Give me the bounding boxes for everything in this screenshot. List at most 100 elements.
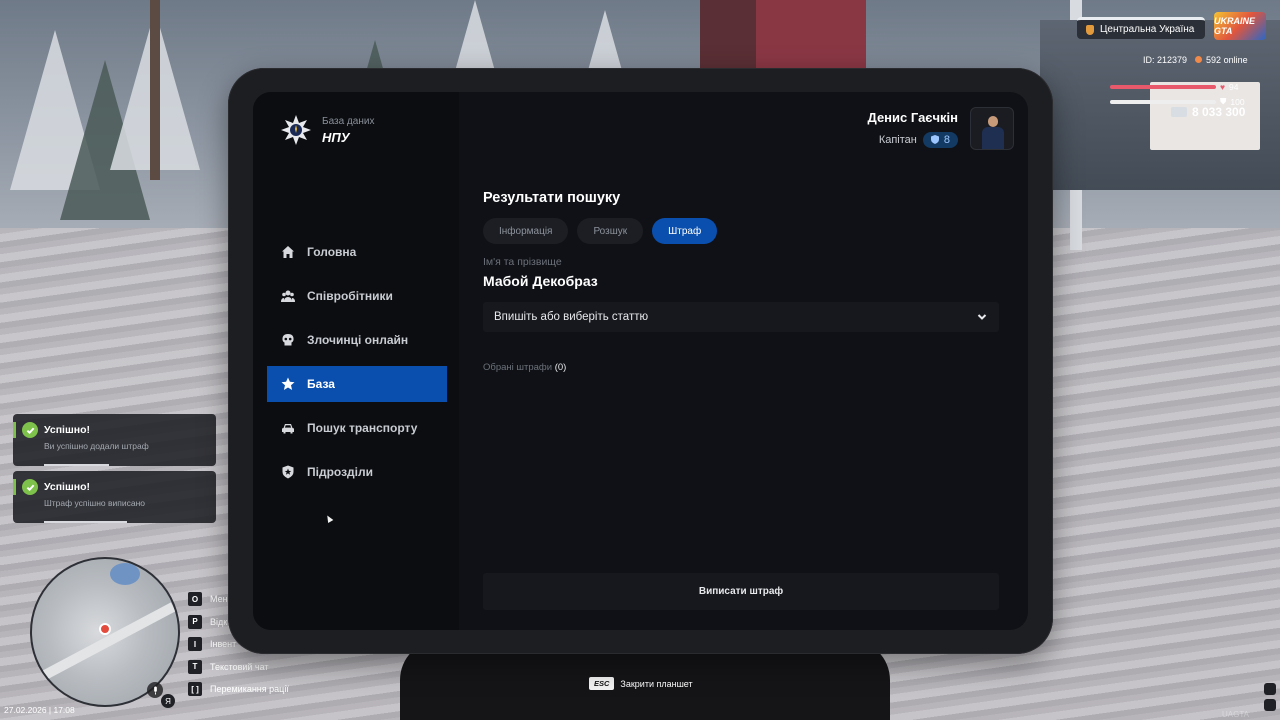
health-bar xyxy=(1110,85,1216,89)
corner-icons xyxy=(1264,683,1276,711)
chevron-down-icon xyxy=(977,314,987,320)
brand-title: НПУ xyxy=(322,129,350,145)
name-value: Мабой Декобраз xyxy=(483,273,598,289)
notification-progress xyxy=(44,464,110,466)
notification-title: Успішно! xyxy=(44,424,90,436)
user-profile: Денис Гаєчкін Капітан 8 xyxy=(868,107,1014,150)
shield-icon xyxy=(281,465,295,479)
brand-text: База даних НПУ xyxy=(322,116,374,145)
heart-icon: ♥ xyxy=(1220,82,1226,92)
server-logo: UKRAINE GTA xyxy=(1214,12,1266,40)
check-icon xyxy=(22,422,38,438)
keyboard-layout-badge: Я xyxy=(161,694,175,708)
brand: База даних НПУ xyxy=(280,114,374,146)
sidebar-item-units[interactable]: Підрозділи xyxy=(267,454,447,490)
online-count-wrap: 592 online xyxy=(1195,55,1248,65)
avatar-body xyxy=(982,127,1004,149)
selected-fines-text: Обрані штрафи xyxy=(483,362,553,373)
hotkey-label: Інвент xyxy=(210,639,237,650)
region-badge: Центральна Україна xyxy=(1077,17,1205,39)
region-shield-icon xyxy=(1086,24,1094,35)
hotkey-key: P xyxy=(188,614,202,629)
sidebar: База даних НПУ Головна Співробітники Зло… xyxy=(253,92,459,630)
notification-progress xyxy=(44,521,127,523)
user-name: Денис Гаєчкін xyxy=(867,109,958,125)
sidebar-item-label: Головна xyxy=(307,245,357,259)
hotkey-key: [ ] xyxy=(188,682,202,697)
sidebar-item-employees[interactable]: Співробітники xyxy=(267,278,447,314)
car-icon xyxy=(281,421,295,435)
sidebar-item-label: Злочинці онлайн xyxy=(307,333,409,347)
online-dot-icon xyxy=(1195,56,1203,63)
sidebar-item-vehicle-search[interactable]: Пошук транспорту xyxy=(267,410,447,446)
article-select[interactable]: Впишіть або виберіть статтю xyxy=(483,302,999,332)
hotkey-label: Відк xyxy=(210,616,228,627)
health-value: 94 xyxy=(1229,82,1239,92)
player-id-row: ID: 212379 592 online xyxy=(1143,55,1248,65)
sidebar-item-home[interactable]: Головна xyxy=(267,234,447,270)
hotkey-key: O xyxy=(188,592,202,607)
hotkey-key: I xyxy=(188,637,202,652)
health-row: ♥ 94 xyxy=(1110,82,1239,92)
sidebar-item-criminals-online[interactable]: Злочинці онлайн xyxy=(267,322,447,358)
issue-fine-button[interactable]: Виписати штраф xyxy=(483,573,999,610)
check-icon xyxy=(22,479,38,495)
money-row: 8 033 300 xyxy=(1171,105,1245,119)
selected-fines-count: (0) xyxy=(554,362,567,373)
page-title: Результати пошуку xyxy=(483,190,621,206)
sidebar-item-label: Співробітники xyxy=(307,289,393,303)
user-rank-row: Капітан 8 xyxy=(868,131,958,148)
armor-bar xyxy=(1110,99,1216,104)
money-value: 8 033 300 xyxy=(1192,105,1246,119)
hotkey-label: Текстовий чат xyxy=(210,661,269,672)
building-wall xyxy=(756,0,866,70)
sidebar-nav: Головна Співробітники Злочинці онлайн Ба… xyxy=(267,234,447,498)
region-name: Центральна Україна xyxy=(1100,24,1195,35)
notification: Успішно! Штраф успішно виписано xyxy=(13,471,216,523)
user-rank: Капітан xyxy=(878,133,917,146)
search-results: Результати пошуку Інформація Розшук Штра… xyxy=(483,190,999,373)
sidebar-item-label: Пошук транспорту xyxy=(307,421,418,435)
server-logo-text: UKRAINE GTA xyxy=(1214,16,1256,36)
esc-key: ESC xyxy=(589,677,615,690)
brand-subtitle: База даних xyxy=(322,115,375,127)
hotkey-key: T xyxy=(188,659,202,674)
notification: Успішно! Ви успішно додали штраф xyxy=(13,414,216,466)
player-id: ID: 212379 xyxy=(1143,55,1188,65)
notification-accent xyxy=(13,422,16,438)
minimap-lake xyxy=(110,563,140,585)
tablet-screen: База даних НПУ Головна Співробітники Зло… xyxy=(253,92,1028,630)
police-star-icon xyxy=(281,115,311,145)
rank-level: 8 xyxy=(943,133,950,146)
watermark: UAGTA xyxy=(1222,710,1249,719)
mic-small-icon xyxy=(1264,683,1276,695)
cash-icon xyxy=(1171,107,1187,117)
skull-icon xyxy=(281,333,295,347)
tab-wanted[interactable]: Розшук xyxy=(577,218,644,244)
tab-fine[interactable]: Штраф xyxy=(652,218,718,244)
close-tablet-hint: ESC Закрити планшет xyxy=(589,677,693,690)
selected-fines-label: Обрані штрафи (0) xyxy=(483,362,999,373)
police-tablet: База даних НПУ Головна Співробітники Зло… xyxy=(228,68,1053,654)
close-tablet-label: Закрити планшет xyxy=(620,678,693,689)
result-tabs: Інформація Розшук Штраф xyxy=(483,218,999,244)
online-count: 592 online xyxy=(1206,55,1248,65)
tree-trunk xyxy=(150,0,160,180)
microphone-icon[interactable] xyxy=(147,682,163,698)
name-label: Ім'я та прізвище xyxy=(483,256,562,268)
notification-accent xyxy=(13,479,16,495)
sidebar-item-label: База xyxy=(307,377,335,391)
hotkey-item: [ ] Перемикання рації xyxy=(188,678,289,701)
avatar xyxy=(970,107,1014,150)
building-pillar xyxy=(700,0,756,70)
tab-information[interactable]: Інформація xyxy=(483,218,569,244)
datetime: 27.02.2026 | 17:08 xyxy=(4,705,75,715)
sidebar-item-database[interactable]: База xyxy=(267,366,447,402)
notification-title: Успішно! xyxy=(44,481,90,493)
minimap-player-marker-icon xyxy=(99,623,111,635)
home-icon xyxy=(281,245,295,259)
hotkey-item: T Текстовий чат xyxy=(188,656,289,679)
hotkey-label: Перемикання рації xyxy=(210,684,289,695)
star-icon xyxy=(281,377,295,391)
avatar-head xyxy=(988,116,998,127)
